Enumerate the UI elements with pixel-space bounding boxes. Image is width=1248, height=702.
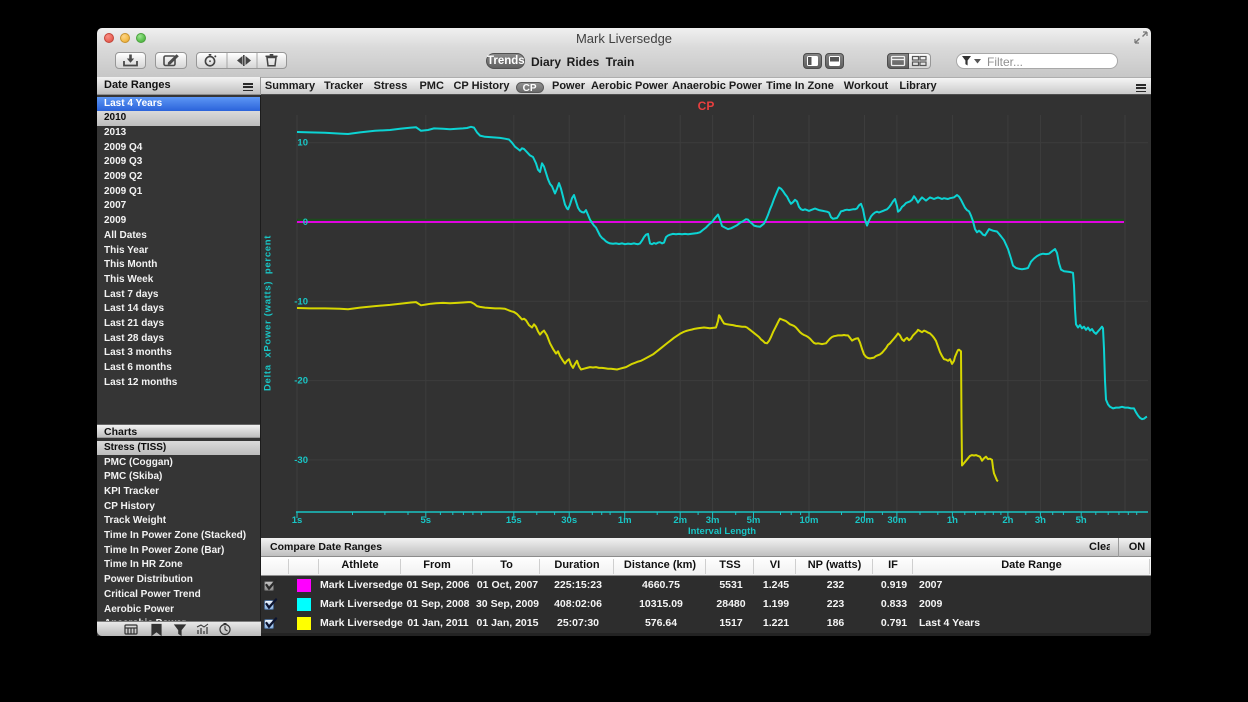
svg-text:Interval Length: Interval Length bbox=[688, 526, 756, 537]
svg-text:3h: 3h bbox=[1035, 515, 1046, 526]
svg-text:-20: -20 bbox=[294, 376, 308, 387]
svg-text:2h: 2h bbox=[1002, 515, 1013, 526]
svg-text:3m: 3m bbox=[706, 515, 720, 526]
svg-text:30m: 30m bbox=[887, 515, 906, 526]
svg-text:1m: 1m bbox=[618, 515, 632, 526]
svg-text:0: 0 bbox=[303, 217, 308, 228]
svg-text:5m: 5m bbox=[747, 515, 761, 526]
svg-text:-30: -30 bbox=[294, 455, 308, 466]
svg-text:1s: 1s bbox=[292, 515, 303, 526]
svg-text:1h: 1h bbox=[947, 515, 958, 526]
svg-text:10m: 10m bbox=[799, 515, 818, 526]
svg-text:30s: 30s bbox=[561, 515, 577, 526]
svg-text:5h: 5h bbox=[1076, 515, 1087, 526]
svg-text:15s: 15s bbox=[506, 515, 522, 526]
svg-text:CP: CP bbox=[698, 99, 715, 113]
svg-text:5s: 5s bbox=[421, 515, 432, 526]
svg-text:-10: -10 bbox=[294, 296, 308, 307]
svg-text:10: 10 bbox=[297, 138, 308, 149]
svg-text:20m: 20m bbox=[855, 515, 874, 526]
svg-text:Delta xPower (watts) percent: Delta xPower (watts) percent bbox=[263, 235, 274, 391]
svg-text:2m: 2m bbox=[673, 515, 687, 526]
